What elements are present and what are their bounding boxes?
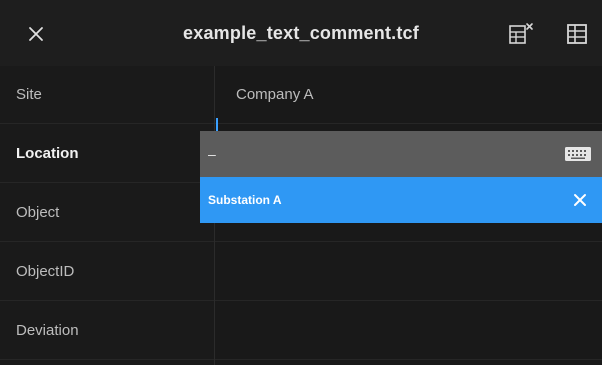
field-label-objectid[interactable]: ObjectID [0,243,214,301]
suggestion-label: Substation A [208,193,282,207]
close-icon [29,27,43,41]
field-label-deviation[interactable]: Deviation [0,302,214,360]
table-view-icon [567,24,587,44]
field-value-deviation[interactable] [215,302,602,360]
text-cursor [216,118,218,131]
clear-form-icon [509,23,533,44]
field-label-site[interactable]: Site [0,66,214,124]
keyboard-button[interactable] [564,143,592,165]
field-value-site[interactable]: Company A [215,66,602,124]
table-view-button[interactable] [561,19,593,49]
close-icon [574,194,586,206]
close-button[interactable] [22,20,50,48]
field-label-object[interactable]: Object [0,184,214,242]
keyboard-icon [565,147,591,161]
field-labels-column: Site Location Object ObjectID Deviation [0,66,215,365]
field-label-location[interactable]: Location [0,125,214,183]
location-input[interactable]: – [208,143,548,165]
location-edit-bar: – [200,131,602,177]
clear-form-button[interactable] [505,19,537,49]
top-app-bar: example_text_comment.tcf [0,0,602,66]
field-value-objectid[interactable] [215,243,602,301]
suggestion-item[interactable]: Substation A [200,177,602,223]
suggestion-clear-button[interactable] [568,188,592,212]
